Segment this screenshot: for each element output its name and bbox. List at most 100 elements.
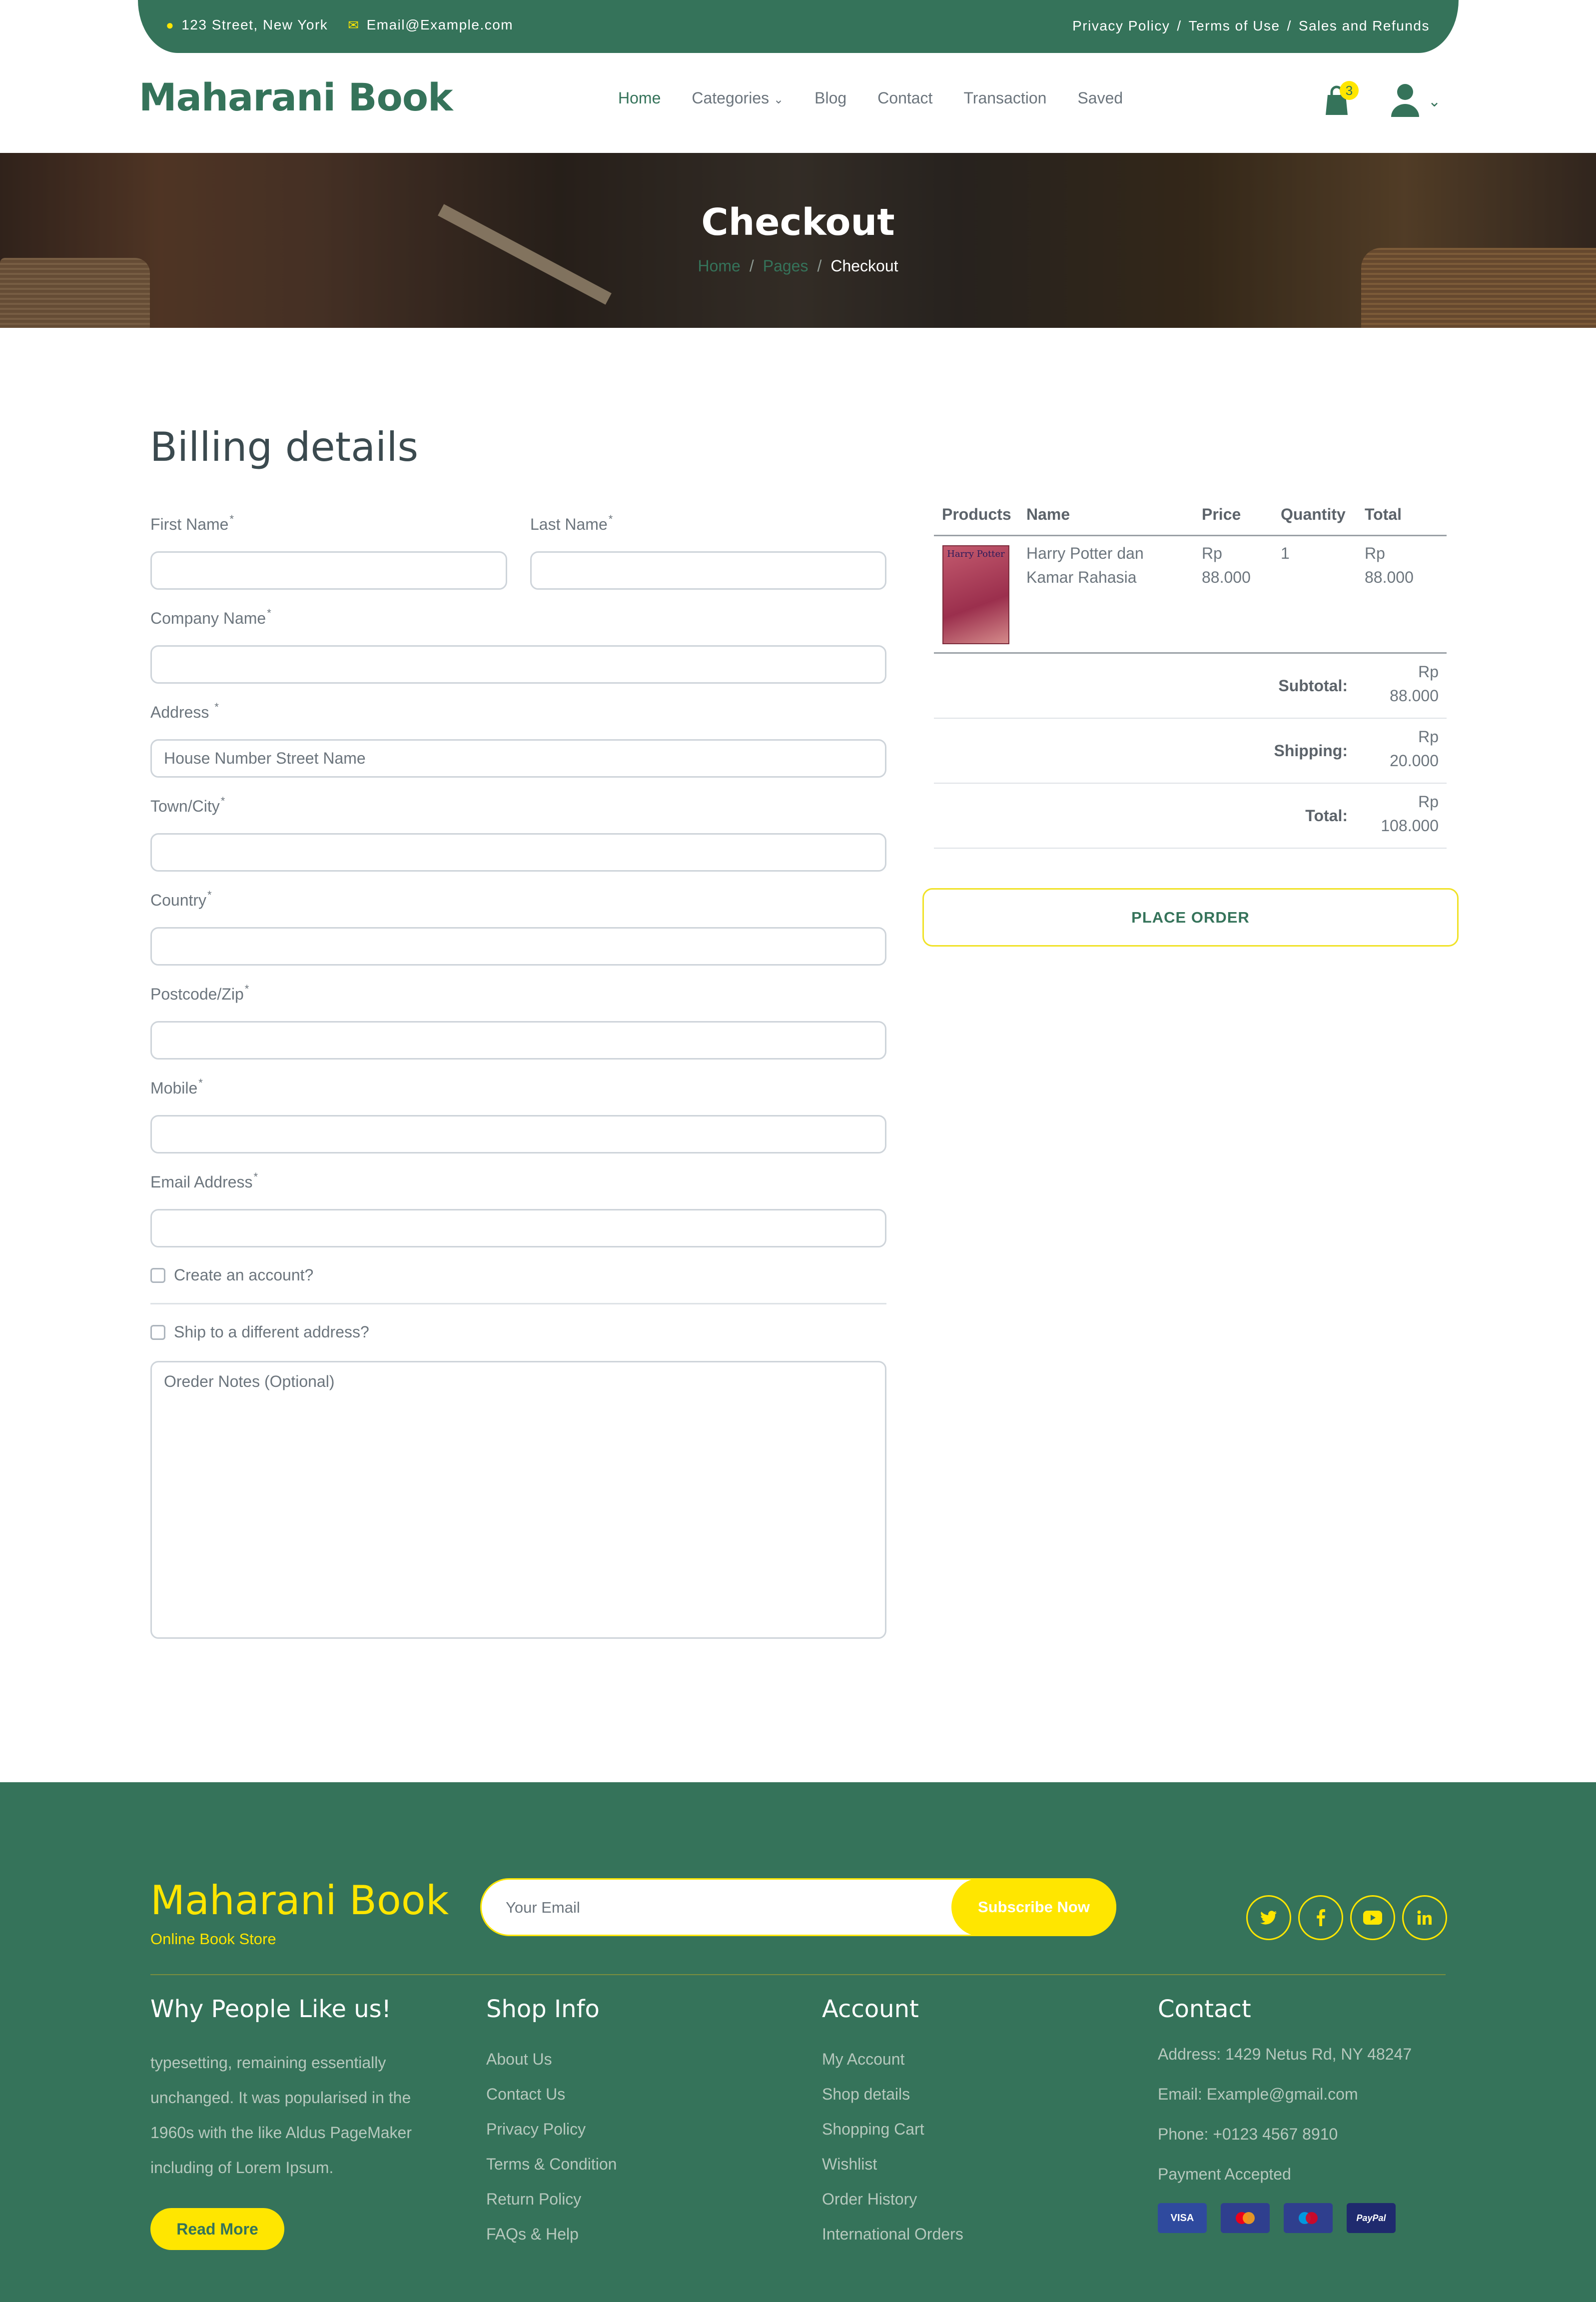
breadcrumb-current: Checkout <box>830 257 898 275</box>
social-links <box>1246 1895 1447 1940</box>
contact-email[interactable]: Email: Example@gmail.com <box>1158 2085 1358 2104</box>
nav-categories-label: Categories <box>692 89 770 107</box>
create-account-label[interactable]: Create an account? <box>174 1266 313 1284</box>
ship-different-label[interactable]: Ship to a different address? <box>174 1323 369 1341</box>
main-nav: Home Categories ⌄ Blog Contact Transacti… <box>618 89 1123 107</box>
envelope-icon: ✉ <box>348 17 360 32</box>
footer-link-faqs[interactable]: FAQs & Help <box>486 2225 579 2244</box>
nav-saved[interactable]: Saved <box>1077 89 1123 107</box>
privacy-policy-link[interactable]: Privacy Policy <box>1072 18 1170 34</box>
summary-header: Products Name Price Quantity Total <box>934 502 1447 536</box>
address-label: Address * <box>150 701 219 721</box>
col-price: Price <box>1202 505 1241 523</box>
create-account-checkbox[interactable] <box>150 1268 165 1283</box>
postcode-label: Postcode/Zip* <box>150 983 249 1003</box>
town-input[interactable] <box>150 833 886 872</box>
place-order-button[interactable]: PLACE ORDER <box>922 888 1459 947</box>
read-more-button[interactable]: Read More <box>150 2208 284 2250</box>
country-input[interactable] <box>150 927 886 966</box>
first-name-input[interactable] <box>150 551 507 590</box>
map-marker-icon: ● <box>166 17 175 32</box>
sales-refunds-link[interactable]: Sales and Refunds <box>1299 18 1430 34</box>
paypal-icon: PayPal <box>1347 2203 1396 2233</box>
footer-link-cart[interactable]: Shopping Cart <box>822 2120 924 2139</box>
footer-link-privacy[interactable]: Privacy Policy <box>486 2120 586 2139</box>
footer-link-about[interactable]: About Us <box>486 2050 552 2069</box>
book-cover-image[interactable]: Harry Potter <box>942 545 1009 644</box>
cart-button[interactable]: 3 <box>1322 81 1359 117</box>
total-row: Total: Rp 108.000 <box>934 784 1447 849</box>
company-input[interactable] <box>150 645 886 684</box>
subtotal-label: Subtotal: <box>1278 677 1348 695</box>
nav-transaction[interactable]: Transaction <box>963 89 1046 107</box>
breadcrumb-pages[interactable]: Pages <box>763 257 808 275</box>
youtube-icon[interactable] <box>1350 1895 1395 1940</box>
divider <box>150 1303 886 1304</box>
footer-link-terms[interactable]: Terms & Condition <box>486 2155 617 2174</box>
contact-phone[interactable]: Phone: +0123 4567 8910 <box>1158 2125 1338 2144</box>
footer-brand[interactable]: Maharani Book <box>150 1877 449 1924</box>
col-total: Total <box>1365 505 1402 523</box>
company-label: Company Name* <box>150 607 271 627</box>
account-menu[interactable]: ⌄ <box>1389 82 1444 118</box>
user-icon <box>1391 84 1419 117</box>
nav-categories[interactable]: Categories ⌄ <box>692 89 784 107</box>
mobile-input[interactable] <box>150 1115 886 1153</box>
shipping-label: Shipping: <box>1274 742 1348 760</box>
nav-blog[interactable]: Blog <box>814 89 846 107</box>
last-name-input[interactable] <box>530 551 886 590</box>
brand-logo[interactable]: Maharani Book <box>139 75 453 119</box>
linkedin-icon[interactable] <box>1402 1895 1447 1940</box>
subscribe-button[interactable]: Subscribe Now <box>951 1878 1116 1936</box>
topbar: ● 123 Street, New York ✉ Email@Example.com… <box>138 0 1459 53</box>
nav-home[interactable]: Home <box>618 89 661 107</box>
footer-link-wishlist[interactable]: Wishlist <box>822 2155 877 2174</box>
mobile-label: Mobile* <box>150 1077 203 1097</box>
shipping-row: Shipping: Rp 20.000 <box>934 719 1447 784</box>
topbar-address: ● 123 Street, New York <box>166 17 328 33</box>
order-summary: Products Name Price Quantity Total Harry… <box>934 502 1447 849</box>
email-text[interactable]: Email@Example.com <box>367 17 514 32</box>
address-input[interactable]: House Number Street Name <box>150 739 886 778</box>
email-label: Email Address* <box>150 1170 258 1191</box>
separator: / <box>749 257 754 275</box>
terms-of-use-link[interactable]: Terms of Use <box>1189 18 1280 34</box>
ship-different-checkbox[interactable] <box>150 1325 165 1340</box>
separator: / <box>1177 18 1182 33</box>
shop-info-title: Shop Info <box>486 1995 600 2023</box>
nav-contact[interactable]: Contact <box>877 89 932 107</box>
footer-tagline: Online Book Store <box>150 1930 276 1948</box>
footer-link-shop-details[interactable]: Shop details <box>822 2085 910 2104</box>
payment-methods: VISA PayPal <box>1158 2203 1396 2233</box>
maestro-icon <box>1284 2203 1333 2233</box>
footer-link-order-history[interactable]: Order History <box>822 2190 917 2209</box>
footer-link-return[interactable]: Return Policy <box>486 2190 581 2209</box>
item-total: Rp 88.000 <box>1365 544 1414 586</box>
item-quantity: 1 <box>1281 544 1290 562</box>
topbar-email[interactable]: ✉ Email@Example.com <box>348 17 513 33</box>
newsletter-email-input[interactable]: Your Email <box>506 1899 580 1917</box>
col-products: Products <box>942 505 1011 523</box>
facebook-icon[interactable] <box>1298 1895 1343 1940</box>
footer-divider <box>150 1974 1446 1975</box>
order-notes-placeholder: Oreder Notes (Optional) <box>164 1372 335 1390</box>
col-quantity: Quantity <box>1281 505 1346 523</box>
chevron-down-icon: ⌄ <box>1428 93 1441 110</box>
footer: Maharani Book Online Book Store Your Ema… <box>0 1782 1596 2302</box>
footer-link-international[interactable]: International Orders <box>822 2225 963 2244</box>
item-price: Rp 88.000 <box>1202 544 1251 586</box>
newsletter-form: Your Email Subscribe Now <box>480 1878 1116 1936</box>
twitter-icon[interactable] <box>1246 1895 1291 1940</box>
postcode-input[interactable] <box>150 1021 886 1060</box>
why-text: typesetting, remaining essentially uncha… <box>150 2054 412 2177</box>
footer-link-contact[interactable]: Contact Us <box>486 2085 565 2104</box>
last-name-label: Last Name* <box>530 513 613 533</box>
item-name[interactable]: Harry Potter dan Kamar Rahasia <box>1026 541 1176 589</box>
why-title: Why People Like us! <box>150 1995 391 2023</box>
breadcrumb-home[interactable]: Home <box>698 257 740 275</box>
footer-link-my-account[interactable]: My Account <box>822 2050 904 2069</box>
order-notes-textarea[interactable]: Oreder Notes (Optional) <box>150 1361 886 1639</box>
email-input[interactable] <box>150 1209 886 1247</box>
contact-title: Contact <box>1158 1995 1251 2023</box>
contact-address: Address: 1429 Netus Rd, NY 48247 <box>1158 2045 1412 2063</box>
